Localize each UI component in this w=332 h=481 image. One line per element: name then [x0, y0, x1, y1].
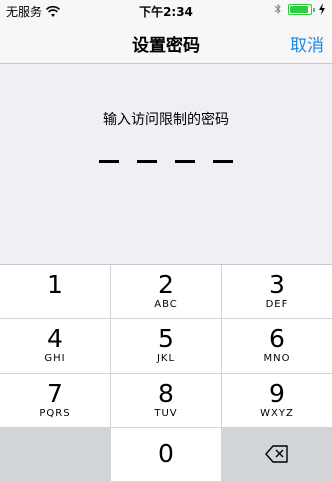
- passcode-digit-slot: [99, 160, 119, 163]
- key-letters: PQRS: [39, 407, 71, 419]
- nav-bar: 设置密码 取消: [0, 20, 332, 64]
- delete-button[interactable]: [222, 427, 332, 481]
- key-0[interactable]: 0: [111, 427, 221, 481]
- key-number: 6: [269, 324, 285, 354]
- key-letters: JKL: [156, 353, 176, 365]
- key-9[interactable]: 9 WXYZ: [222, 373, 332, 427]
- passcode-digit-slot: [213, 160, 233, 163]
- key-number: 9: [269, 378, 285, 408]
- key-2[interactable]: 2 ABC: [111, 265, 221, 319]
- key-number: 1: [47, 270, 63, 300]
- passcode-digit-slot: [175, 160, 195, 163]
- key-3[interactable]: 3 DEF: [222, 265, 332, 319]
- bluetooth-icon: [274, 3, 281, 15]
- key-5[interactable]: 5 JKL: [111, 319, 221, 373]
- key-number: 2: [158, 270, 174, 300]
- key-letters: MNO: [263, 353, 291, 365]
- cancel-button[interactable]: 取消: [290, 31, 324, 56]
- key-number: 3: [269, 270, 285, 300]
- key-6[interactable]: 6 MNO: [222, 319, 332, 373]
- key-1[interactable]: 1: [0, 265, 110, 319]
- delete-icon: [265, 445, 288, 464]
- numeric-keypad: 1 2 ABC 3 DEF 4 GHI 5 JKL 6 MNO 7 PQRS 8 TUV 9 WXYZ 0: [0, 264, 332, 481]
- key-number: 8: [158, 378, 174, 408]
- battery-icon: [288, 3, 315, 15]
- empty-key: [0, 427, 110, 481]
- battery-fill: [290, 5, 308, 13]
- key-4[interactable]: 4 GHI: [0, 319, 110, 373]
- key-letters: ABC: [154, 299, 178, 311]
- passcode-entry: [0, 160, 332, 163]
- status-right: [274, 3, 326, 15]
- key-letters: DEF: [265, 299, 289, 311]
- passcode-prompt: 输入访问限制的密码: [103, 112, 229, 128]
- battery-cap: [313, 7, 315, 12]
- key-number: 4: [47, 324, 63, 354]
- passcode-digit-slot: [137, 160, 157, 163]
- page-title: 设置密码: [132, 36, 200, 56]
- charging-icon: [319, 3, 325, 15]
- key-letters: TUV: [154, 407, 178, 419]
- key-8[interactable]: 8 TUV: [111, 373, 221, 427]
- status-bar: 无服务 下午2:34: [0, 0, 332, 20]
- key-letters: WXYZ: [260, 407, 294, 419]
- key-letters: GHI: [44, 353, 66, 365]
- key-number: 7: [47, 378, 63, 408]
- key-number: 0: [158, 439, 174, 469]
- key-7[interactable]: 7 PQRS: [0, 373, 110, 427]
- key-number: 5: [158, 324, 174, 354]
